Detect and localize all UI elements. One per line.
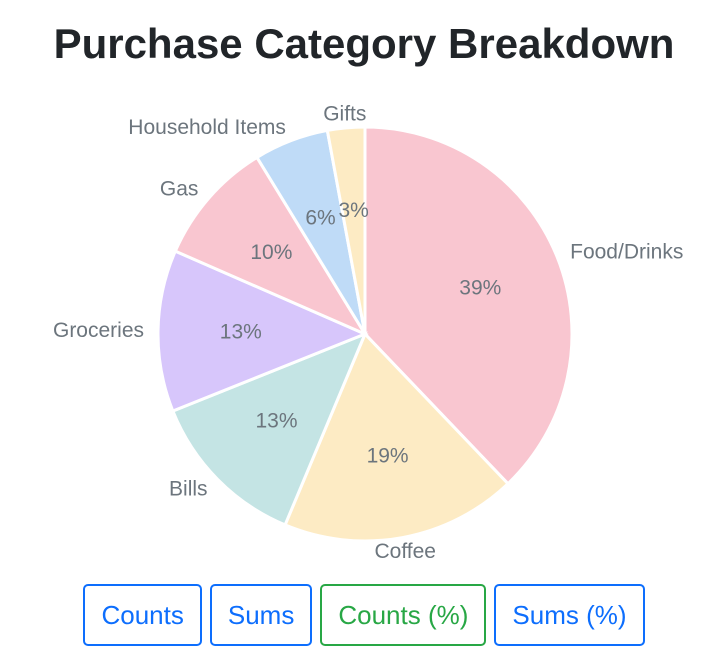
counts-percent-button[interactable]: Counts (%) [320, 584, 487, 646]
category-label: Groceries [53, 319, 144, 342]
category-label: Gifts [323, 102, 366, 125]
category-label: Coffee [374, 540, 436, 563]
category-label: Food/Drinks [570, 240, 683, 263]
value-label: 6% [305, 207, 335, 230]
value-label: 19% [367, 445, 409, 468]
category-label: Household Items [128, 116, 286, 139]
counts-button[interactable]: Counts [83, 584, 202, 646]
pie-chart: 39% 19% 13% 13% 10% 6% 3% Food/Drinks Coffee Bil… [53, 102, 683, 563]
value-label: 10% [250, 241, 292, 264]
view-mode-buttons: Counts Sums Counts (%) Sums (%) [0, 584, 728, 646]
category-label: Gas [160, 177, 199, 200]
value-label: 13% [255, 410, 297, 433]
value-label: 3% [338, 199, 368, 222]
category-label: Bills [169, 478, 208, 501]
value-label: 13% [220, 321, 262, 344]
value-label: 39% [459, 276, 501, 299]
sums-percent-button[interactable]: Sums (%) [494, 584, 645, 646]
sums-button[interactable]: Sums [209, 584, 313, 646]
